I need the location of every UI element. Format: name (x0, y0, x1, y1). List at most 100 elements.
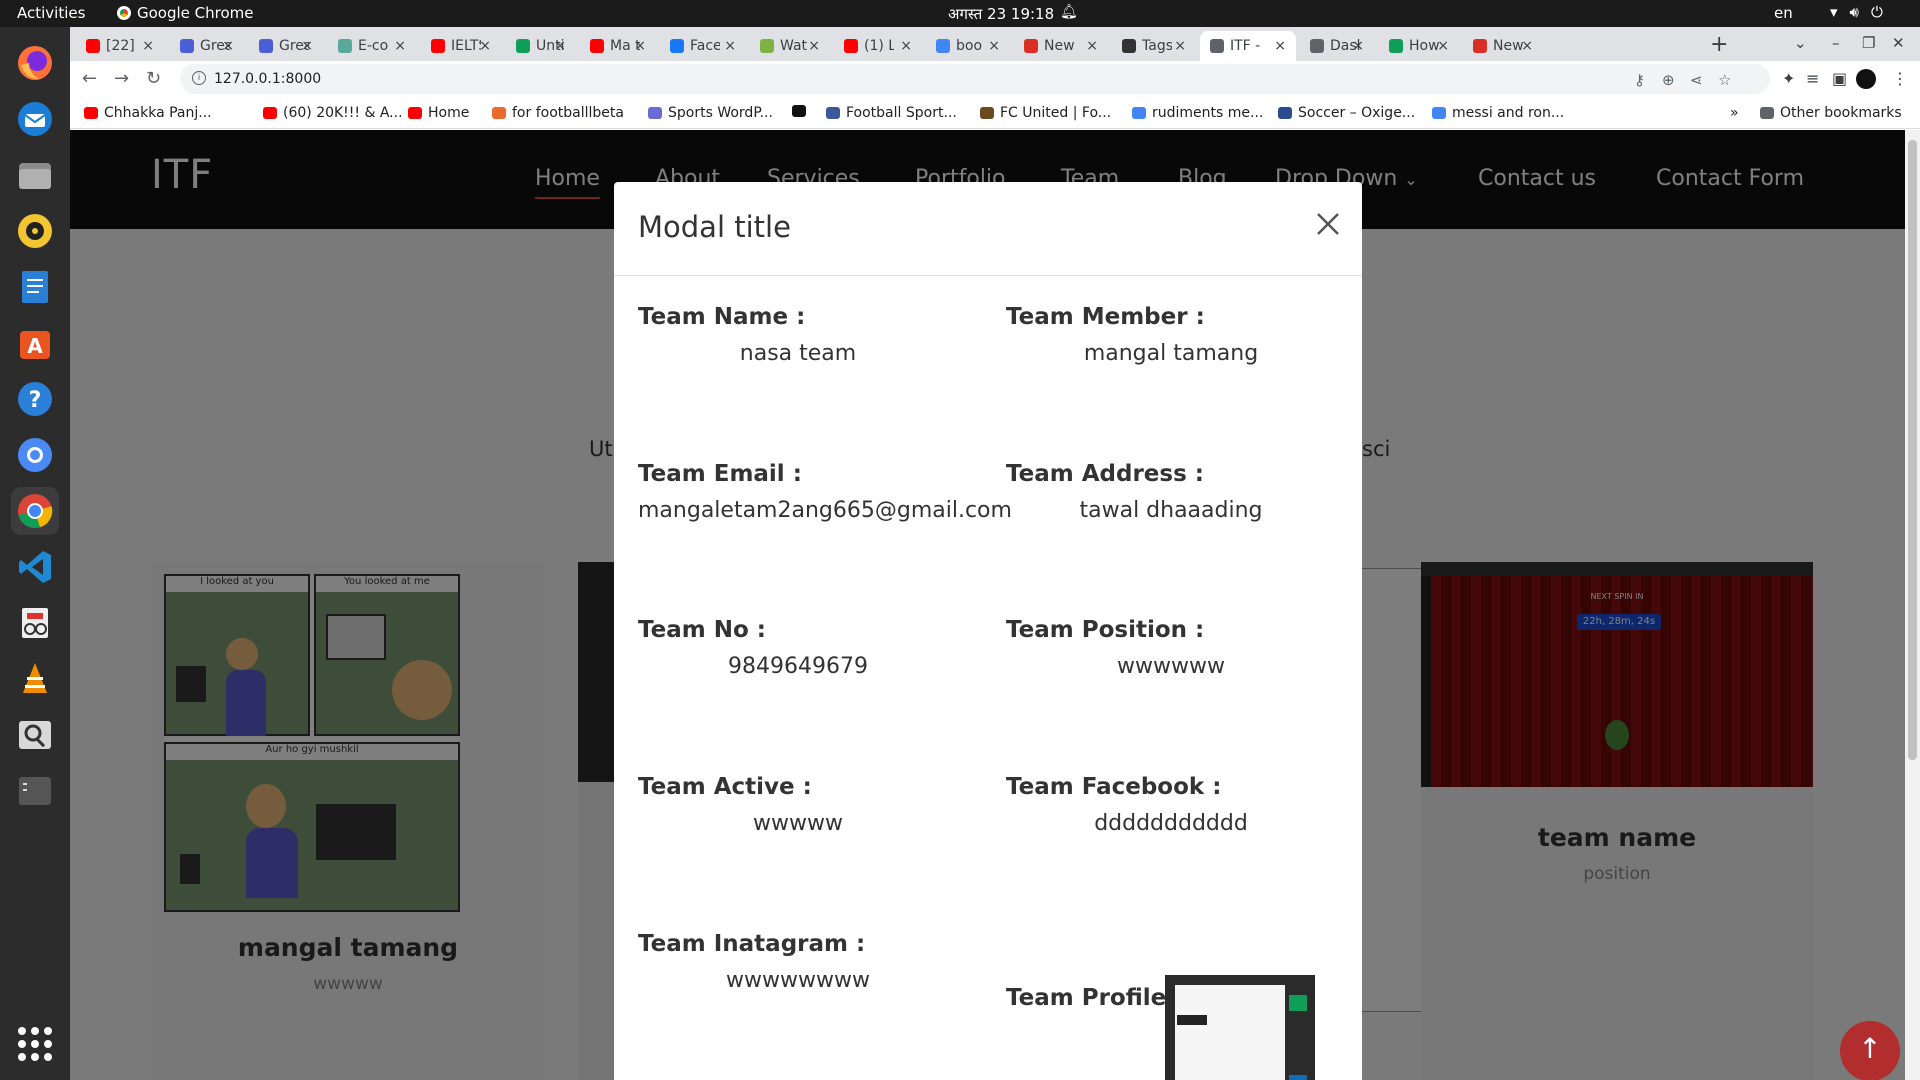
tab-favicon-icon (670, 39, 684, 53)
tab-close-icon[interactable]: × (1437, 38, 1449, 54)
tab-close-icon[interactable]: × (634, 38, 646, 54)
software-center-icon[interactable]: A (11, 319, 59, 367)
tab[interactable]: Grea × (170, 31, 244, 61)
close-window-button[interactable]: ✕ (1892, 34, 1905, 52)
forward-arrow-icon[interactable]: → (114, 68, 129, 89)
tab-close-icon[interactable]: × (142, 38, 154, 54)
chromium-icon[interactable] (11, 431, 59, 479)
tab-favicon-icon (760, 39, 774, 53)
reload-icon[interactable]: ↻ (146, 68, 161, 89)
bookmark-item[interactable]: Home (408, 105, 469, 121)
tab-close-icon[interactable]: × (988, 38, 1000, 54)
tab[interactable]: boo × (926, 31, 1010, 61)
tab[interactable]: Wat × (750, 31, 830, 61)
input-language[interactable]: en (1774, 4, 1793, 22)
help-icon[interactable]: ? (11, 375, 59, 423)
tab[interactable]: [22] × (76, 31, 164, 61)
share-icon[interactable]: ⋖ (1690, 71, 1703, 89)
bookmark-item[interactable]: Soccer – Oxige... (1278, 105, 1415, 121)
tab-close-icon[interactable]: × (301, 38, 313, 54)
files-icon[interactable] (11, 151, 59, 199)
bookmark-item[interactable]: (60) 20K!!! & A... (263, 105, 403, 121)
tab[interactable]: Grea × (249, 31, 323, 61)
tab-close-icon[interactable]: × (1174, 38, 1186, 54)
team-no-value: 9849649679 (728, 654, 868, 679)
google-chrome-icon[interactable] (11, 487, 59, 535)
show-applications-icon[interactable] (18, 1027, 52, 1061)
activities-button[interactable]: Activities (17, 4, 85, 22)
tab-close-icon[interactable]: × (724, 38, 736, 54)
app-menu[interactable]: Google Chrome (117, 4, 254, 22)
close-icon[interactable] (1314, 210, 1342, 238)
back-arrow-icon[interactable]: ← (82, 68, 97, 89)
thunderbird-icon[interactable] (11, 95, 59, 143)
bookmark-item[interactable]: rudiments me... (1132, 105, 1263, 121)
minimize-button[interactable]: – (1832, 34, 1840, 52)
tab[interactable]: IELTS× (421, 31, 501, 61)
tab-label: Tags (1142, 38, 1172, 54)
vscode-icon[interactable] (11, 543, 59, 591)
tab-close-icon[interactable]: × (808, 38, 820, 54)
tab[interactable]: (1) L × (834, 31, 922, 61)
tab[interactable]: Unti × (506, 31, 576, 61)
key-icon[interactable]: ⚷ (1634, 71, 1645, 89)
image-viewer-icon[interactable] (11, 711, 59, 759)
bookmark-item[interactable]: Chhakka Panj... (84, 105, 212, 121)
tab-close-icon[interactable]: × (1352, 38, 1364, 54)
tab[interactable]: Tags × (1112, 31, 1196, 61)
clock[interactable]: अगस्त 23 19:18 (948, 4, 1054, 24)
reading-list-icon[interactable]: ≡ (1806, 69, 1819, 88)
tab-close-icon[interactable]: × (1521, 38, 1533, 54)
bookmark-label: rudiments me... (1152, 105, 1264, 121)
team-details-modal: Modal title Team Name : nasa team Team M… (614, 182, 1362, 1080)
chrome-menu-icon[interactable]: ⋮ (1892, 69, 1908, 88)
tab-close-icon[interactable]: × (394, 38, 406, 54)
bookmark-star-icon[interactable]: ☆ (1718, 71, 1731, 89)
tab-close-icon[interactable]: × (1274, 38, 1286, 54)
vlc-icon[interactable] (11, 655, 59, 703)
tab[interactable]: Face × (660, 31, 746, 61)
bookmark-item[interactable]: Sports WordP... (648, 105, 773, 121)
scrollbar-thumb[interactable] (1908, 140, 1917, 760)
team-facebook-label: Team Facebook : (1006, 774, 1222, 800)
tab-favicon-icon (180, 39, 194, 53)
profile-avatar[interactable] (1856, 69, 1876, 89)
tab-close-icon[interactable]: × (222, 38, 234, 54)
bookmark-item[interactable]: for footballlbeta (492, 105, 624, 121)
side-panel-icon[interactable]: ▣ (1832, 69, 1847, 88)
tab-close-icon[interactable]: × (1086, 38, 1098, 54)
page-scrollbar[interactable] (1905, 130, 1920, 1080)
more-bookmarks-button[interactable]: » (1730, 105, 1739, 121)
new-tab-button[interactable]: + (1710, 32, 1728, 57)
tab[interactable]: E-co × (328, 31, 416, 61)
document-viewer-icon[interactable] (11, 599, 59, 647)
terminal-icon[interactable] (11, 767, 59, 815)
bookmark-item[interactable]: FC United | Fo... (980, 105, 1111, 121)
tab[interactable]: New × (1014, 31, 1108, 61)
other-bookmarks-folder[interactable]: Other bookmarks (1760, 105, 1902, 121)
tab[interactable]: Ma t × (580, 31, 656, 61)
bookmark-item[interactable]: messi and ron... (1432, 105, 1564, 121)
tab-close-icon[interactable]: × (479, 38, 491, 54)
extensions-icon[interactable]: ✦ (1782, 69, 1795, 88)
bookmark-item[interactable]: Football Sport... (826, 105, 957, 121)
tab-search-icon[interactable]: ⌄ (1794, 34, 1807, 52)
system-menu[interactable]: ▾ 🔊︎ ⏻ (1830, 3, 1883, 21)
firefox-icon[interactable] (11, 39, 59, 87)
tab[interactable]: ITF - × (1200, 31, 1296, 61)
writer-icon[interactable] (11, 263, 59, 311)
tab[interactable]: New × (1463, 31, 1543, 61)
tab-close-icon[interactable]: × (554, 38, 566, 54)
restore-button[interactable]: ❐ (1862, 34, 1875, 52)
tab[interactable]: How × (1379, 31, 1459, 61)
notification-bell-icon: 🔔︎ (1060, 4, 1078, 20)
address-bar[interactable]: i 127.0.0.1:8000 ⚷ ⊕ ⋖ ☆ (180, 64, 1770, 94)
bookmark-label: Home (428, 105, 470, 121)
scroll-to-top-button[interactable]: ↑ (1840, 1021, 1900, 1080)
tab-close-icon[interactable]: × (900, 38, 912, 54)
tab[interactable]: Dash× (1300, 31, 1374, 61)
bookmark-item[interactable] (792, 105, 806, 117)
rhythmbox-icon[interactable] (11, 207, 59, 255)
zoom-icon[interactable]: ⊕ (1662, 71, 1675, 89)
site-info-icon[interactable]: i (192, 71, 206, 85)
